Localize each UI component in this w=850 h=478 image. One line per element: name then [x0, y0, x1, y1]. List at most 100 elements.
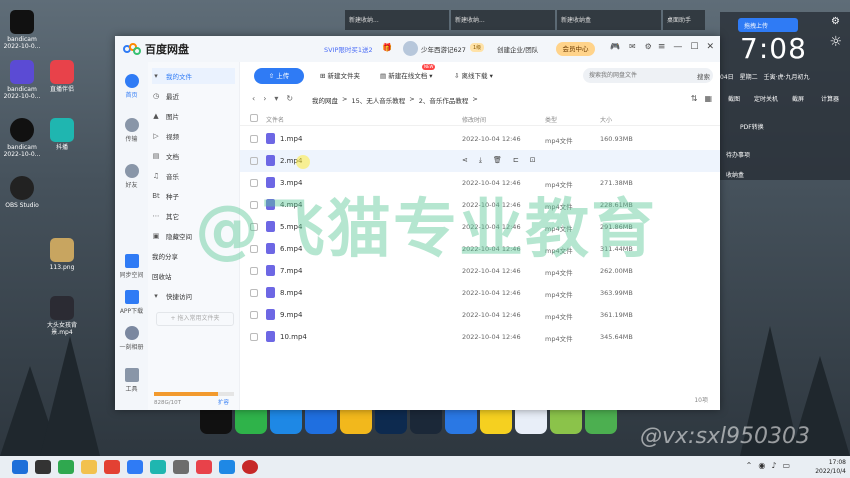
desktop-icon-live-assistant[interactable]: 直播伴侣 [42, 60, 82, 93]
offline-download-button[interactable]: ⇩ 离线下载 ▾ [454, 68, 493, 84]
new-online-doc-button[interactable]: ▤ 新建在线文档 ▾ [380, 68, 433, 84]
dropdown-icon[interactable]: ▾ [274, 94, 278, 103]
tray-clock[interactable]: 17:08 2022/10/4 [815, 458, 846, 476]
tool-calculator[interactable]: 计算器 [816, 94, 844, 103]
table-row[interactable]: 6.mp4 2022-10-04 12:46 mp4文件 311.44MB [240, 238, 720, 260]
settings-icon[interactable]: ⚙ [645, 42, 652, 51]
row-checkbox[interactable] [250, 223, 258, 231]
share-icon[interactable]: ⋖ [462, 156, 468, 165]
table-row[interactable]: 2.mp4 ⋖ ⤓ 🗑 ⊏ ⊡ [240, 150, 720, 172]
file-name[interactable]: 6.mp4 [280, 245, 302, 253]
app-icon[interactable] [173, 460, 189, 474]
maximize-icon[interactable]: ☐ [690, 42, 698, 52]
row-checkbox[interactable] [250, 333, 258, 341]
desktop-icon-video[interactable]: 大头女孩背景.mp4 [42, 296, 82, 336]
file-name[interactable]: 9.mp4 [280, 311, 302, 319]
desktop-icon-obs[interactable]: OBS Studio [2, 176, 42, 209]
table-row[interactable]: 4.mp4 2022-10-04 12:46 mp4文件 228.61MB [240, 194, 720, 216]
table-row[interactable]: 5.mp4 2022-10-04 12:46 mp4文件 291.86MB [240, 216, 720, 238]
settings-icon[interactable]: ⚙ [831, 16, 840, 27]
search-button[interactable]: 搜索 [697, 71, 710, 81]
file-name[interactable]: 3.mp4 [280, 179, 302, 187]
collection-box-1[interactable]: 新建收纳... [345, 10, 449, 30]
svip-promo-link[interactable]: SVIP限时买1送2 [324, 44, 373, 54]
desktop-icon-doubo[interactable]: 抖播 [42, 118, 82, 151]
edge-icon[interactable] [58, 460, 74, 474]
chevron-up-icon[interactable]: ⌃ [746, 461, 753, 470]
desktop-icon-bandicam-2[interactable]: bandicam 2022-10-0... [2, 60, 42, 100]
sidebar-item-recent[interactable]: ◷ 最近 [152, 88, 235, 104]
file-name[interactable]: 8.mp4 [280, 289, 302, 297]
table-row[interactable]: 8.mp4 2022-10-04 12:46 mp4文件 363.99MB [240, 282, 720, 304]
row-checkbox[interactable] [250, 267, 258, 275]
sidebar-recycle-bin[interactable]: 回收站 [152, 268, 235, 284]
grid-view-icon[interactable]: ▦ [704, 94, 712, 103]
column-size[interactable]: 大小 [600, 115, 612, 124]
row-checkbox[interactable] [250, 289, 258, 297]
file-name[interactable]: 7.mp4 [280, 267, 302, 275]
close-icon[interactable]: ✕ [706, 42, 714, 52]
refresh-icon[interactable]: ↻ [286, 94, 293, 103]
menu-icon[interactable]: ≡ [658, 42, 666, 52]
desktop-icon-bandicam-1[interactable]: bandicam 2022-10-0... [2, 10, 42, 50]
username[interactable]: 少年西游记627 [421, 44, 466, 54]
breadcrumb-current[interactable]: 2、音乐作品教程 [419, 95, 469, 105]
sidebar-item-torrents[interactable]: Bt 种子 [152, 188, 235, 204]
download-icon[interactable]: ⤓ [479, 156, 482, 165]
minimize-icon[interactable]: — [673, 42, 682, 52]
table-row[interactable]: 10.mp4 2022-10-04 12:46 mp4文件 345.64MB [240, 326, 720, 348]
avatar[interactable] [403, 41, 418, 56]
column-name[interactable]: 文件名 [266, 115, 284, 124]
nav-transfer[interactable]: 传输 [115, 118, 148, 143]
collection-box-2[interactable]: 新建收纳... [451, 10, 555, 30]
table-row[interactable]: 9.mp4 2022-10-04 12:46 mp4文件 361.19MB [240, 304, 720, 326]
add-favorite-folder[interactable]: + 拖入常用文件夹 [156, 312, 234, 326]
sidebar-item-music[interactable]: ♫ 音乐 [152, 168, 235, 184]
create-business-link[interactable]: 创建企业/团队 [497, 44, 538, 54]
new-folder-button[interactable]: ⊞ 新建文件夹 [320, 68, 360, 84]
battery-icon[interactable]: ▭ [782, 461, 790, 470]
file-explorer-icon[interactable] [81, 460, 97, 474]
delete-icon[interactable]: 🗑 [493, 156, 502, 165]
back-icon[interactable]: ‹ [252, 94, 255, 103]
nav-tools[interactable]: 工具 [115, 368, 148, 393]
column-type[interactable]: 类型 [545, 115, 557, 124]
mail-icon[interactable]: ✉ [629, 42, 636, 51]
desktop-icon-bandicam-3[interactable]: bandicam 2022-10-0... [2, 118, 42, 158]
nav-album[interactable]: 一刻相册 [115, 326, 148, 351]
table-row[interactable]: 7.mp4 2022-10-04 12:46 mp4文件 262.00MB [240, 260, 720, 282]
desktop-assistant-label[interactable]: 桌面助手 [663, 10, 705, 30]
tool-screenshot[interactable]: 截图 [720, 94, 748, 103]
copy-link-icon[interactable]: ⊏ [513, 156, 519, 165]
nav-sync-space[interactable]: 同步空间 [115, 254, 148, 279]
sidebar-item-videos[interactable]: ▷ 视频 [152, 128, 235, 144]
file-name[interactable]: 4.mp4 [280, 201, 302, 209]
file-name[interactable]: 5.mp4 [280, 223, 302, 231]
member-center-button[interactable]: 会员中心 [556, 42, 595, 56]
file-name[interactable]: 1.mp4 [280, 135, 302, 143]
drag-upload-button[interactable]: 拖拽上传 [738, 18, 798, 32]
upload-button[interactable]: ⇧ 上传 [254, 68, 304, 84]
column-modified[interactable]: 修改时间 [462, 115, 486, 124]
row-checkbox[interactable] [250, 311, 258, 319]
volume-icon[interactable]: ♪ [771, 461, 776, 470]
desktop-icon-113png[interactable]: 113.png [42, 238, 82, 271]
collection-box-3[interactable]: 新建收纳盒 [557, 10, 661, 30]
row-checkbox[interactable] [250, 179, 258, 187]
game-icon[interactable]: 🎮 [610, 42, 620, 51]
forward-icon[interactable]: › [263, 94, 266, 103]
more-icon[interactable]: ⊡ [530, 156, 536, 165]
box-label[interactable]: 收纳盒 [726, 170, 744, 179]
task-view-icon[interactable] [35, 460, 51, 474]
live-assistant-icon[interactable] [196, 460, 212, 474]
table-row[interactable]: 3.mp4 2022-10-04 12:46 mp4文件 271.38MB [240, 172, 720, 194]
sidebar-item-images[interactable]: ▲ 图片 [152, 108, 235, 124]
baidu-netdisk-icon[interactable] [127, 460, 143, 474]
nav-app-download[interactable]: APP下载 [115, 290, 148, 315]
search-input[interactable] [583, 68, 713, 83]
expand-storage-link[interactable]: 扩容 [218, 398, 229, 406]
sidebar-item-docs[interactable]: ▤ 文档 [152, 148, 235, 164]
pdf-convert[interactable]: PDF转换 [740, 122, 764, 131]
sidebar-item-other[interactable]: ⋯ 其它 [152, 208, 235, 224]
table-row[interactable]: 1.mp4 2022-10-04 12:46 mp4文件 160.93MB [240, 128, 720, 150]
